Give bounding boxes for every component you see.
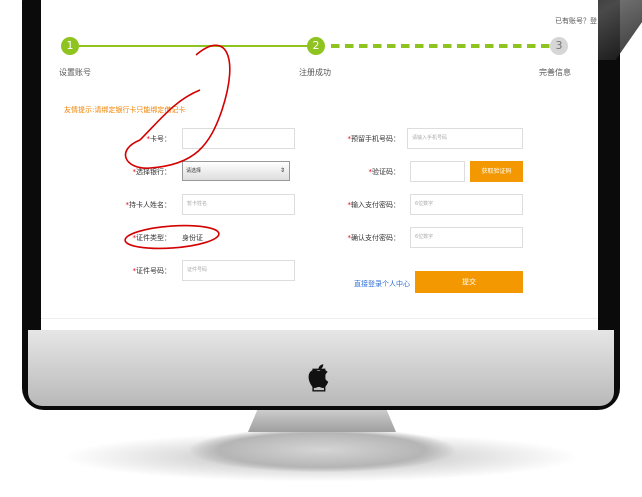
annotation-stroke [139, 89, 201, 141]
annotation-circle-bank [124, 44, 231, 169]
annotation-overlay [124, 44, 231, 250]
annotation-circle-id-type [124, 224, 220, 250]
